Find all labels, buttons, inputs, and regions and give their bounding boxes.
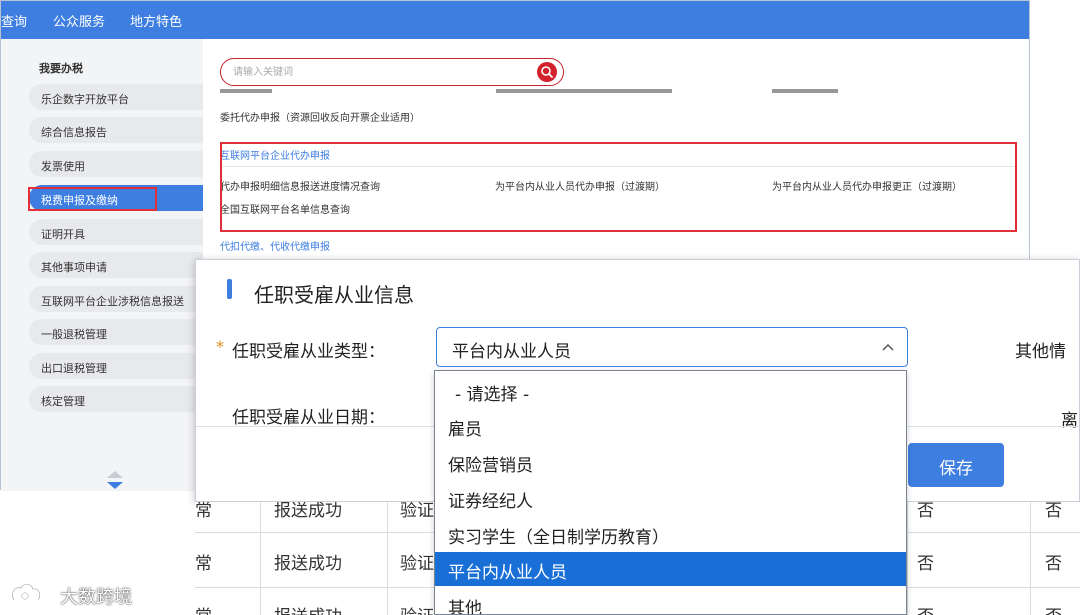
sidebar-item-label: 证明开具: [41, 228, 85, 241]
withholding-section-title: 代扣代缴、代收代缴申报: [220, 242, 330, 253]
dropdown-option-insurance-agent[interactable]: 保险营销员: [435, 445, 906, 479]
dialog-title: 任职受雇从业信息: [254, 283, 414, 307]
dropdown-option-label: 其他: [448, 599, 482, 615]
table-cell: 常: [195, 502, 212, 521]
sidebar-item-other-applications[interactable]: 其他事项申请: [29, 252, 203, 278]
dropdown-option-label: - 请选择 -: [455, 385, 530, 405]
sidebar-item-tax-refund[interactable]: 一般退税管理: [29, 319, 203, 345]
clipped-link-row: [220, 89, 860, 95]
employment-type-select[interactable]: 平台内从业人员: [436, 327, 908, 367]
entrust-filing-link[interactable]: 委托代办申报（资源回收反向开票企业适用）: [220, 109, 420, 124]
sidebar-item-label: 互联网平台企业涉税信息报送: [41, 295, 184, 308]
employment-date-label: 任职受雇从业日期：: [232, 408, 385, 428]
nav-query[interactable]: 查询: [1, 11, 27, 30]
save-button[interactable]: 保存: [908, 443, 1004, 487]
dropdown-option-label: 证券经纪人: [448, 492, 533, 512]
sidebar-item-label: 乐企数字开放平台: [41, 93, 129, 106]
sidebar-item-leqi-platform[interactable]: 乐企数字开放平台: [29, 84, 203, 110]
dropdown-option-label: 保险营销员: [448, 456, 533, 476]
dropdown-option-placeholder[interactable]: - 请选择 -: [435, 374, 906, 408]
sidebar-title: 我要办税: [39, 62, 83, 75]
table-cell: 否: [917, 554, 934, 574]
dropdown-option-securities-broker[interactable]: 证券经纪人: [435, 481, 906, 515]
sidebar-item-label: 出口退税管理: [41, 362, 107, 375]
table-cell: 否: [1045, 554, 1062, 574]
chevron-up-icon: [882, 343, 894, 351]
dropdown-option-label: 实习学生（全日制学历教育）: [448, 528, 669, 548]
sidebar: 我要办税 乐企数字开放平台 综合信息报告 发票使用 税费申报及缴纳 证明开具 其…: [1, 39, 203, 491]
table-cell: 否: [1045, 502, 1062, 521]
sidebar-item-invoice[interactable]: 发票使用: [29, 151, 203, 177]
table-cell: 否: [917, 602, 934, 615]
employment-type-dropdown: - 请选择 - 雇员 保险营销员 证券经纪人 实习学生（全日制学历教育） 平台内…: [434, 370, 907, 615]
table-cell: 验证: [400, 602, 434, 615]
sidebar-highlight-box: [28, 187, 157, 211]
sidebar-item-platform-reporting[interactable]: 互联网平台企业涉税信息报送: [29, 286, 203, 312]
sidebar-item-label: 综合信息报告: [41, 126, 107, 139]
scroll-up-icon[interactable]: [107, 471, 123, 478]
dropdown-option-employee[interactable]: 雇员: [435, 409, 906, 443]
other-info-label: 其他情: [1015, 342, 1066, 362]
sidebar-item-info-report[interactable]: 综合信息报告: [29, 117, 203, 143]
leave-date-label: 离: [1061, 411, 1078, 431]
sidebar-item-export-refund[interactable]: 出口退税管理: [29, 353, 203, 379]
table-cell: 验证: [400, 502, 434, 521]
employment-type-label: 任职受雇从业类型：: [232, 342, 385, 362]
sidebar-item-label: 发票使用: [41, 160, 85, 173]
nav-local-features[interactable]: 地方特色: [130, 11, 182, 30]
sidebar-item-certificate[interactable]: 证明开具: [29, 219, 203, 245]
search-input[interactable]: [233, 64, 523, 80]
required-marker: *: [216, 337, 224, 356]
table-cell: 报送成功: [274, 502, 342, 521]
dropdown-option-label: 雇员: [448, 420, 482, 440]
section-highlight-box: [220, 142, 1017, 232]
employment-type-value: 平台内从业人员: [452, 342, 571, 362]
sidebar-item-label: 其他事项申请: [41, 261, 107, 274]
table-cell: 报送成功: [274, 602, 342, 615]
search-icon: [541, 66, 553, 78]
sidebar-item-assessment[interactable]: 核定管理: [29, 386, 203, 412]
sidebar-item-label: 核定管理: [41, 395, 85, 408]
table-cell: 常: [195, 602, 212, 615]
table-cell: 验证: [400, 554, 434, 574]
search-box: [220, 58, 564, 86]
dropdown-option-label: 平台内从业人员: [448, 563, 567, 583]
watermark-logo-icon: [11, 583, 41, 602]
table-cell: 否: [1045, 602, 1062, 615]
search-button[interactable]: [537, 62, 557, 82]
title-accent-bar: [227, 279, 232, 299]
table-cell: 常: [195, 554, 212, 574]
scroll-down-icon[interactable]: [107, 482, 123, 489]
dropdown-option-other[interactable]: 其他: [435, 588, 906, 615]
watermark: 大数跨境: [8, 580, 148, 608]
top-navigation-bar: 查询 公众服务 地方特色: [1, 1, 1029, 39]
sidebar-item-label: 一般退税管理: [41, 328, 107, 341]
watermark-text: 大数跨境: [60, 587, 132, 608]
dropdown-option-intern-student[interactable]: 实习学生（全日制学历教育）: [435, 517, 906, 551]
dropdown-option-platform-worker[interactable]: 平台内从业人员: [435, 552, 906, 586]
save-button-label: 保存: [939, 459, 973, 479]
nav-public-services[interactable]: 公众服务: [53, 11, 105, 30]
table-cell: 报送成功: [274, 554, 342, 574]
table-cell: 否: [917, 502, 934, 521]
